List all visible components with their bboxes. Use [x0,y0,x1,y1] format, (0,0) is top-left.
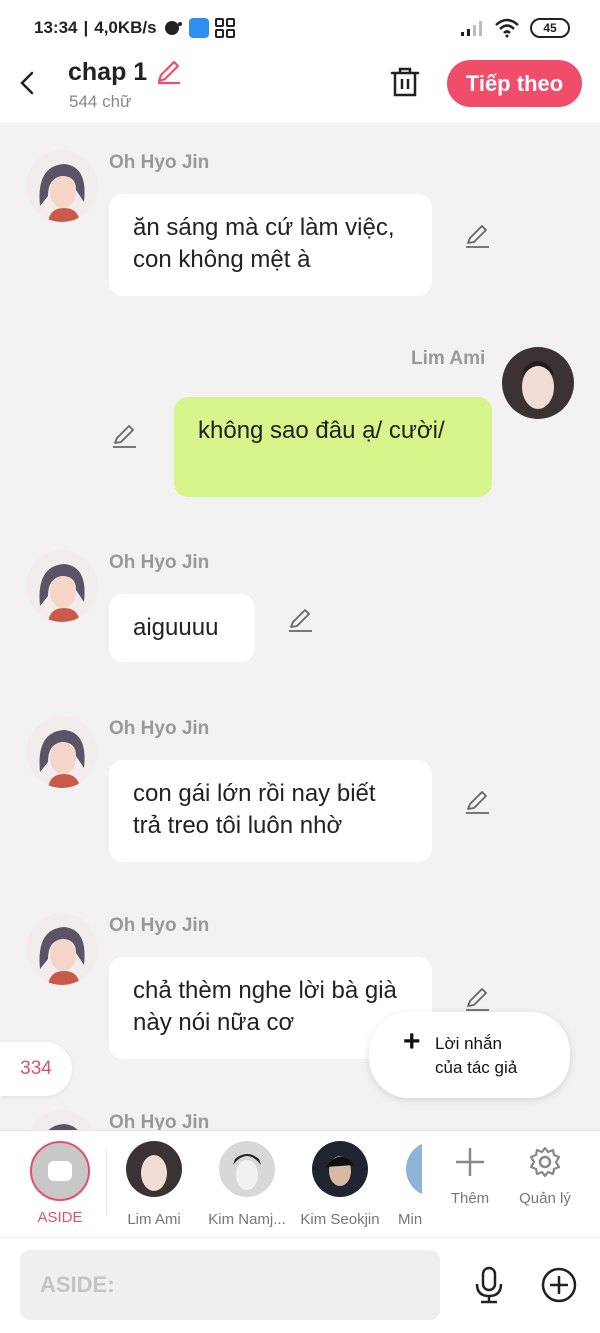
manage-button[interactable]: Quản lý [510,1145,580,1207]
author-note-line1: Lời nhắn [435,1034,502,1053]
chat-bubble-icon [48,1161,72,1181]
apps-grid-icon [214,18,235,38]
message-sender: Lim Ami [411,348,486,369]
character-portrait-icon [233,1154,261,1190]
avatar-oh-hyo-jin[interactable] [26,913,98,985]
message-bubble[interactable]: aiguuuu [109,594,255,662]
my-message-bubble[interactable]: không sao đâu ạ/ cười/ [174,397,492,497]
back-icon[interactable] [14,68,42,98]
character-kim-seokjin[interactable]: Kim Seokjin [297,1141,383,1228]
character-portrait-icon [326,1156,354,1186]
author-note-button[interactable]: + Lời nhắn của tác giả [369,1012,570,1098]
avatar [126,1141,182,1197]
edit-message-icon[interactable] [463,985,491,1013]
character-min[interactable]: Min [384,1141,422,1228]
character-kim-namjoon[interactable]: Kim Namj... [204,1141,290,1228]
page-title: chap 1 [68,58,148,86]
manage-label: Quản lý [519,1190,571,1207]
add-circle-icon[interactable] [540,1266,578,1304]
aside-label: ASIDE [37,1209,83,1226]
microphone-icon[interactable] [472,1266,506,1304]
edit-message-icon[interactable] [463,222,491,250]
wifi-icon [495,18,519,38]
character-portrait-icon [141,1155,167,1191]
avatar-oh-hyo-jin[interactable] [26,550,98,622]
trash-icon[interactable] [388,65,422,99]
character-portrait-icon [502,347,574,419]
avatar [219,1141,275,1197]
next-button[interactable]: Tiếp theo [447,60,582,107]
aside-input[interactable] [20,1250,440,1320]
message-sender: Oh Hyo Jin [109,718,210,739]
character-lim-ami[interactable]: Lim Ami [111,1141,197,1228]
message-sender: Oh Hyo Jin [109,1112,210,1130]
status-bar: 13:34 | 4,0KB/s 45 [0,0,600,56]
avatar-lim-ami[interactable] [502,347,574,419]
character-portrait-icon [26,150,98,222]
avatar [406,1141,422,1197]
message-sender: Oh Hyo Jin [109,152,210,173]
message-bubble[interactable]: ăn sáng mà cứ làm việc, con không mệt à [109,194,432,296]
edit-message-icon[interactable] [286,606,314,634]
avatar-oh-hyo-jin[interactable] [26,1110,98,1130]
avatar-oh-hyo-jin[interactable] [26,716,98,788]
author-note-line2: của tác giả [435,1058,518,1077]
character-portrait-icon [26,550,98,622]
app-notification-icon [188,18,209,38]
avatar-oh-hyo-jin[interactable] [26,150,98,222]
divider [106,1149,107,1215]
plus-icon [456,1148,484,1176]
status-time: 13:34 [34,18,78,37]
avatar [312,1141,368,1197]
character-name: Kim Seokjin [300,1211,380,1228]
battery-indicator: 45 [530,18,570,38]
status-left: 13:34 | 4,0KB/s [34,18,235,38]
character-portrait-icon [26,1110,98,1130]
chat-area: Oh Hyo Jin ăn sáng mà cứ làm việc, con k… [0,122,600,1130]
character-bar: ASIDE Lim Ami Kim Namj... Kim Seokjin Mi… [0,1130,600,1237]
signal-icon [461,21,482,36]
character-name: Kim Namj... [208,1211,286,1228]
message-bubble[interactable]: con gái lớn rồi nay biết trả treo tôi lu… [109,760,432,862]
message-count-badge[interactable]: 334 [0,1042,72,1096]
character-name: Min [398,1211,422,1228]
character-name: Lim Ami [127,1211,181,1228]
plus-icon: + [403,1025,421,1058]
edit-title-icon[interactable] [154,58,182,86]
network-speed: 4,0KB/s [94,18,157,37]
word-count: 544 chữ [69,92,132,111]
status-right: 45 [460,18,570,38]
add-label: Thêm [450,1190,490,1207]
character-portrait-icon [26,716,98,788]
message-sender: Oh Hyo Jin [109,552,210,573]
input-bar [0,1237,600,1333]
edit-message-icon[interactable] [463,788,491,816]
gear-icon [529,1146,561,1178]
header: chap 1 544 chữ Tiếp theo [0,56,600,122]
edit-message-icon[interactable] [110,422,138,450]
aside-button[interactable] [30,1141,90,1201]
message-sender: Oh Hyo Jin [109,915,210,936]
character-portrait-icon [26,913,98,985]
chat-notification-icon [164,21,182,35]
add-character-button[interactable]: Thêm [435,1145,505,1207]
